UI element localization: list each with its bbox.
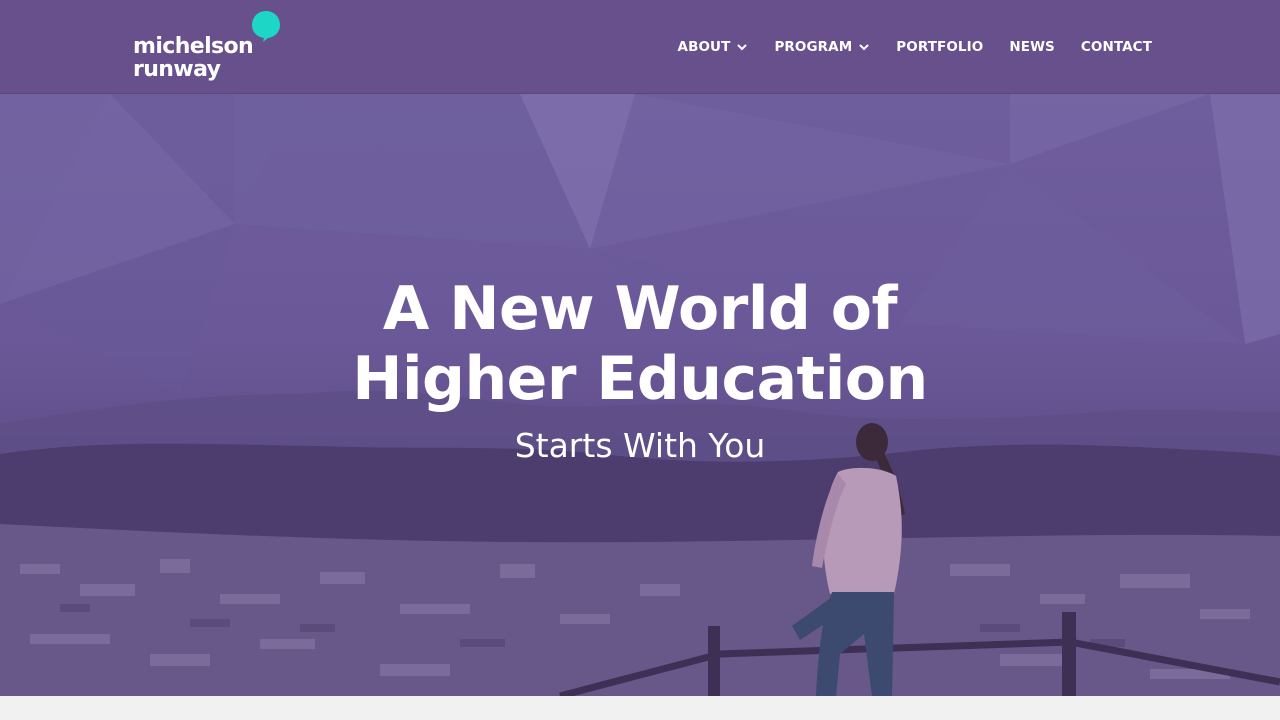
chevron-down-icon [859, 44, 869, 51]
nav-item-label: NEWS [1009, 39, 1055, 55]
hero-section: A New World of Higher Education Starts W… [0, 94, 1280, 696]
hero-title-line1: A New World of [382, 274, 898, 344]
hero-subtitle: Starts With You [514, 426, 766, 465]
site-logo[interactable]: michelson runway [133, 10, 283, 86]
nav-item-label: CONTACT [1080, 39, 1152, 55]
speech-bubble-icon [252, 11, 280, 42]
nav-item-about[interactable]: ABOUT [678, 39, 749, 55]
hero-title: A New World of Higher Education [0, 274, 1280, 414]
nav-item-contact[interactable]: CONTACT [1081, 39, 1152, 55]
logo-text-line2: runway [133, 57, 221, 82]
chevron-down-icon [737, 44, 747, 51]
logo-text-line1: michelson [133, 34, 254, 59]
nav-item-label: PROGRAM [774, 39, 853, 55]
nav-item-program[interactable]: PROGRAM [774, 39, 870, 55]
nav-item-portfolio[interactable]: PORTFOLIO [896, 39, 983, 55]
nav-item-label: PORTFOLIO [896, 39, 984, 55]
nav-item-news[interactable]: NEWS [1009, 39, 1055, 55]
main-nav: ABOUT PROGRAM PORTFOLIO NEWS CONTACT [678, 38, 1152, 56]
nav-item-label: ABOUT [677, 39, 731, 55]
page-bottom-strip [0, 696, 1280, 720]
hero-title-line2: Higher Education [352, 344, 928, 414]
site-header: michelson runway ABOUT PROGRAM PORTFOLIO… [0, 0, 1280, 94]
